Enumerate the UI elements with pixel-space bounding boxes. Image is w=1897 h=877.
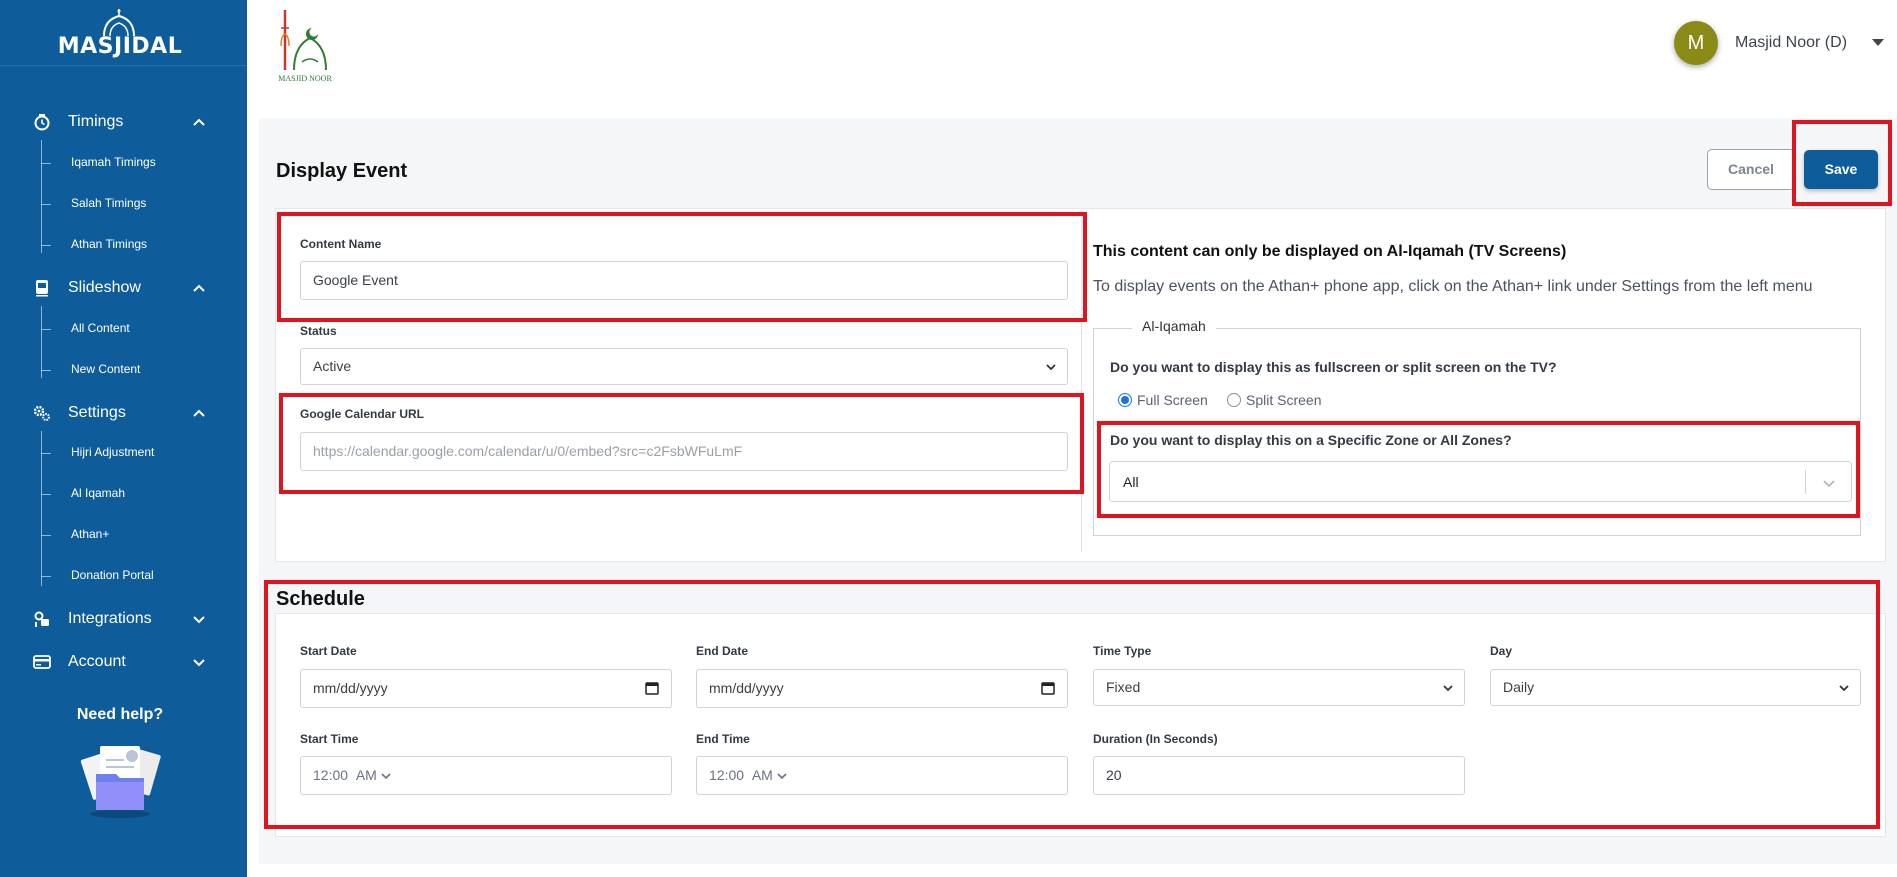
duration-input[interactable]: 20 <box>1093 756 1465 795</box>
google-calendar-url-input[interactable]: https://calendar.google.com/calendar/u/0… <box>300 432 1068 471</box>
sidebar-item-athan-plus[interactable]: Athan+ <box>41 524 241 546</box>
sidebar-section-label: Integrations <box>68 610 152 627</box>
status-label: Status <box>300 324 337 338</box>
zone-question: Do you want to display this on a Specifi… <box>1110 432 1512 448</box>
time-type-label: Time Type <box>1093 644 1152 658</box>
zone-select[interactable]: All <box>1109 461 1852 502</box>
aliqamah-info-text: To display events on the Athan+ phone ap… <box>1093 278 1813 295</box>
sidebar-item-al-iqamah[interactable]: Al Iqamah <box>41 483 241 505</box>
chevron-up-icon <box>193 409 205 417</box>
need-help-heading: Need help? <box>76 706 164 723</box>
content-name-input[interactable]: Google Event <box>300 261 1068 300</box>
end-time-label: End Time <box>696 732 750 746</box>
sidebar-section-timings[interactable]: Timings <box>0 107 247 137</box>
integrations-icon <box>34 611 49 627</box>
chevron-down-icon <box>1823 480 1835 488</box>
sidebar-section-slideshow[interactable]: Slideshow <box>0 273 247 303</box>
schedule-card <box>275 613 1886 837</box>
end-date-input[interactable]: mm/dd/yyyy <box>696 669 1068 708</box>
start-time-input[interactable]: 12:00 AM <box>300 756 672 795</box>
split-screen-radio[interactable] <box>1227 393 1241 407</box>
start-time-label: Start Time <box>300 732 359 746</box>
schedule-title: Schedule <box>276 588 365 610</box>
start-date-input[interactable]: mm/dd/yyyy <box>300 669 672 708</box>
chevron-up-icon <box>193 284 205 292</box>
sidebar-logo[interactable]: MASJIDAL <box>0 0 247 66</box>
chevron-down-icon <box>193 616 205 624</box>
status-select[interactable]: Active <box>300 348 1068 385</box>
save-button[interactable]: Save <box>1804 150 1878 189</box>
sidebar-item-new-content[interactable]: New Content <box>41 359 241 381</box>
chevron-up-icon <box>193 118 205 126</box>
masjid-noor-logo[interactable]: MASJID NOOR <box>272 6 338 88</box>
zone-select-separator <box>1805 470 1806 494</box>
chevron-down-icon <box>1443 685 1453 692</box>
end-date-label: End Date <box>696 644 749 658</box>
gears-icon <box>33 405 50 421</box>
full-screen-radio[interactable] <box>1118 393 1132 407</box>
start-time-ampm[interactable]: AM <box>356 767 377 783</box>
calendar-icon[interactable] <box>645 681 659 695</box>
sidebar-section-settings[interactable]: Settings <box>0 398 247 428</box>
screen-mode-question: Do you want to display this as fullscree… <box>1110 359 1557 375</box>
end-time-input[interactable]: 12:00 AM <box>696 756 1068 795</box>
sidebar-item-athan-timings[interactable]: Athan Timings <box>41 234 241 256</box>
brand-text: MASJID NOOR <box>278 74 332 83</box>
sidebar-item-salah-timings[interactable]: Salah Timings <box>41 193 241 215</box>
sidebar-item-iqamah-timings[interactable]: Iqamah Timings <box>41 152 241 174</box>
chevron-down-icon <box>1839 685 1849 692</box>
chevron-down-icon <box>1046 364 1056 371</box>
sidebar-logo-text: MASJIDAL <box>57 34 183 59</box>
full-screen-label[interactable]: Full Screen <box>1137 392 1208 408</box>
sidebar-item-all-content[interactable]: All Content <box>41 318 241 340</box>
aliqamah-legend: Al-Iqamah <box>1132 318 1216 334</box>
calendar-icon[interactable] <box>1041 681 1055 695</box>
status-select-value: Active <box>313 358 352 374</box>
duration-label: Duration (In Seconds) <box>1093 732 1218 746</box>
page-title: Display Event <box>276 160 408 182</box>
sidebar-section-label: Account <box>68 653 126 670</box>
sidebar: MASJIDAL Timings Iqamah Timings Salah Ti… <box>0 0 247 877</box>
avatar[interactable]: M <box>1674 21 1718 65</box>
content-name-label: Content Name <box>300 237 382 251</box>
end-date-value: mm/dd/yyyy <box>709 680 784 696</box>
sidebar-item-hijri-adjustment[interactable]: Hijri Adjustment <box>41 442 241 464</box>
start-date-label: Start Date <box>300 644 357 658</box>
caret-down-icon[interactable] <box>1872 39 1884 46</box>
chevron-down-icon <box>777 773 787 780</box>
slideshow-icon <box>36 280 48 297</box>
sidebar-section-label: Timings <box>68 113 124 130</box>
sidebar-section-account[interactable]: Account <box>0 647 247 677</box>
chevron-down-icon <box>381 773 391 780</box>
zone-select-value: All <box>1123 474 1139 490</box>
day-label: Day <box>1490 644 1513 658</box>
sidebar-section-label: Settings <box>68 404 126 421</box>
split-screen-label[interactable]: Split Screen <box>1246 392 1321 408</box>
clock-icon <box>34 114 50 131</box>
sidebar-item-donation-portal[interactable]: Donation Portal <box>41 565 241 587</box>
end-time-value: 12:00 <box>709 767 745 783</box>
sidebar-section-integrations[interactable]: Integrations <box>0 604 247 634</box>
cancel-button[interactable]: Cancel <box>1707 149 1795 190</box>
card-divider <box>1081 212 1082 552</box>
day-value: Daily <box>1503 679 1535 695</box>
help-folder-illustration-icon[interactable] <box>72 740 168 820</box>
credit-card-icon <box>33 655 51 669</box>
start-time-value: 12:00 <box>313 767 349 783</box>
start-date-value: mm/dd/yyyy <box>313 680 388 696</box>
sidebar-section-label: Slideshow <box>68 279 141 296</box>
google-calendar-url-label: Google Calendar URL <box>300 407 425 421</box>
aliqamah-info-title: This content can only be displayed on Al… <box>1093 243 1567 260</box>
day-select[interactable]: Daily <box>1490 669 1861 706</box>
user-name[interactable]: Masjid Noor (D) <box>1735 34 1847 52</box>
time-type-value: Fixed <box>1106 679 1141 695</box>
chevron-down-icon <box>193 659 205 667</box>
end-time-ampm[interactable]: AM <box>752 767 773 783</box>
time-type-select[interactable]: Fixed <box>1093 669 1465 706</box>
